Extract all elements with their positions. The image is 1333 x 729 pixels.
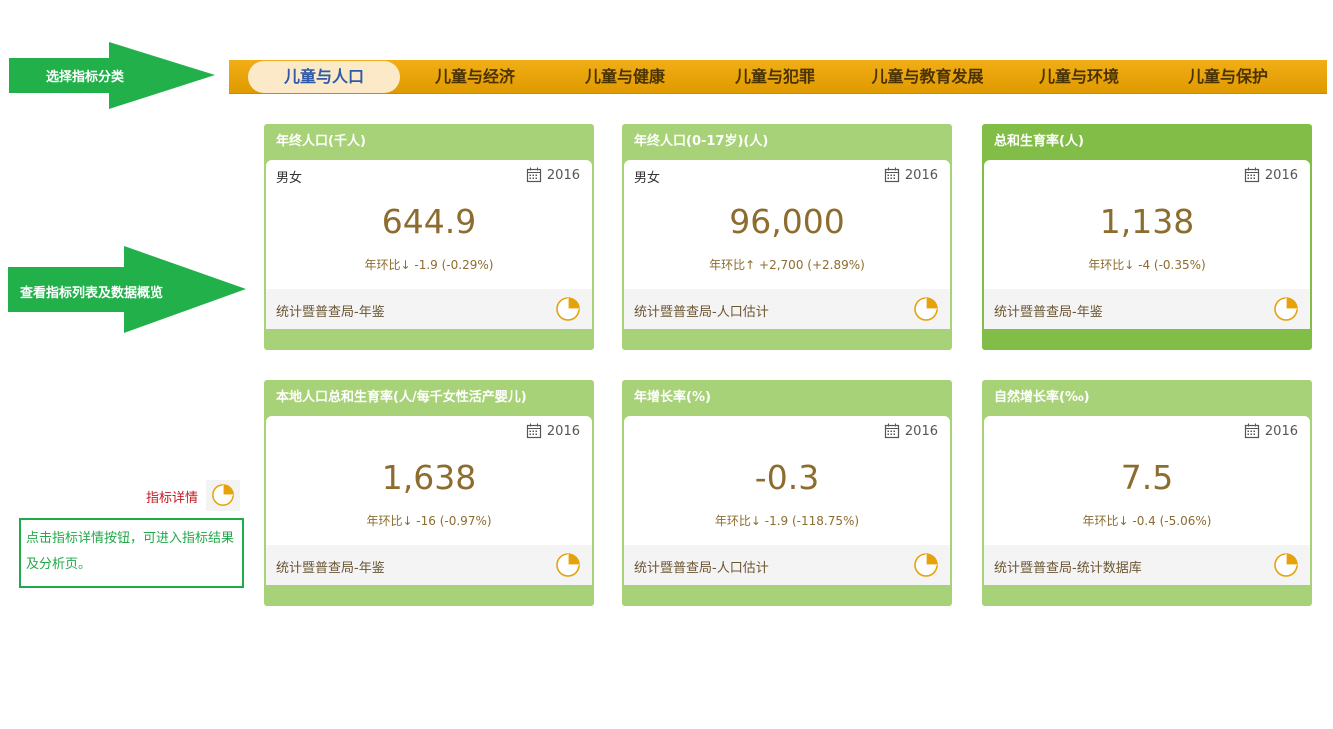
card-subtitle: 男女 xyxy=(276,171,303,186)
card-value: 1,138 xyxy=(1099,202,1195,241)
card-footer: 统计暨普查局-年鉴 xyxy=(984,289,1310,329)
card-value: 1,638 xyxy=(381,458,477,497)
card-footer: 统计暨普查局-人口估计 xyxy=(624,289,950,329)
pie-chart-icon[interactable] xyxy=(555,296,581,322)
card-year: 2016 xyxy=(1244,167,1298,183)
category-nav-bar: 儿童与人口 儿童与经济 儿童与健康 儿童与犯罪 儿童与教育发展 儿童与环境 儿童… xyxy=(229,60,1327,94)
card-body: 2016 1,638 年环比↓ -16 (-0.97%) xyxy=(266,416,592,545)
tab-children-crime[interactable]: 儿童与犯罪 xyxy=(700,61,850,93)
indicator-card[interactable]: 年增长率(%) 2016 -0.3 年环比↓ -1.9 (-118.75%) 统… xyxy=(622,380,952,606)
select-category-arrow: 选择指标分类 xyxy=(9,42,215,109)
card-source: 统计暨普查局-人口估计 xyxy=(634,561,769,576)
card-value: 7.5 xyxy=(1120,458,1174,497)
card-title: 本地人口总和生育率(人/每千女性活产婴儿) xyxy=(276,390,527,405)
card-body: 男女 2016 644.9 年环比↓ -1.9 (-0.29%) xyxy=(266,160,592,289)
view-indicators-label: 查看指标列表及数据概览 xyxy=(20,286,164,301)
card-footer: 统计暨普查局-年鉴 xyxy=(266,545,592,585)
tab-children-economy[interactable]: 儿童与经济 xyxy=(400,61,550,93)
card-title: 总和生育率(人) xyxy=(994,134,1084,149)
card-yoy-change: 年环比↓ -1.9 (-0.29%) xyxy=(364,258,494,272)
card-source: 统计暨普查局-年鉴 xyxy=(994,305,1103,320)
card-yoy-change: 年环比↑ +2,700 (+2.89%) xyxy=(709,258,865,272)
card-yoy-change: 年环比↓ -1.9 (-118.75%) xyxy=(714,514,860,528)
card-footer: 统计暨普查局-人口估计 xyxy=(624,545,950,585)
tab-children-health[interactable]: 儿童与健康 xyxy=(550,61,700,93)
card-yoy-change: 年环比↓ -0.4 (-5.06%) xyxy=(1082,514,1212,528)
card-body: 2016 -0.3 年环比↓ -1.9 (-118.75%) xyxy=(624,416,950,545)
card-year: 2016 xyxy=(884,167,938,183)
card-year: 2016 xyxy=(526,423,580,439)
pie-chart-icon[interactable] xyxy=(913,552,939,578)
calendar-icon xyxy=(884,167,900,183)
card-footer: 统计暨普查局-年鉴 xyxy=(266,289,592,329)
calendar-icon xyxy=(526,423,542,439)
indicator-card[interactable]: 年终人口(千人) 男女 2016 644.9 年环比↓ -1.9 (-0.29%… xyxy=(264,124,594,350)
card-title: 自然增长率(‰) xyxy=(994,390,1090,405)
select-category-label: 选择指标分类 xyxy=(46,70,125,85)
card-source: 统计暨普查局-统计数据库 xyxy=(994,561,1142,576)
pie-chart-icon xyxy=(212,484,234,506)
card-value: -0.3 xyxy=(754,458,820,497)
card-source: 统计暨普查局-年鉴 xyxy=(276,561,385,576)
card-year: 2016 xyxy=(526,167,580,183)
card-source: 统计暨普查局-年鉴 xyxy=(276,305,385,320)
card-yoy-change: 年环比↓ -4 (-0.35%) xyxy=(1088,258,1206,272)
card-title: 年终人口(0-17岁)(人) xyxy=(634,134,769,149)
card-year: 2016 xyxy=(1244,423,1298,439)
card-value: 96,000 xyxy=(729,202,845,241)
card-body: 2016 1,138 年环比↓ -4 (-0.35%) xyxy=(984,160,1310,289)
card-body: 2016 7.5 年环比↓ -0.4 (-5.06%) xyxy=(984,416,1310,545)
tab-children-environment[interactable]: 儿童与环境 xyxy=(1005,61,1153,93)
card-value: 644.9 xyxy=(381,202,477,241)
pie-chart-icon[interactable] xyxy=(913,296,939,322)
card-body: 男女 2016 96,000 年环比↑ +2,700 (+2.89%) xyxy=(624,160,950,289)
calendar-icon xyxy=(526,167,542,183)
card-yoy-change: 年环比↓ -16 (-0.97%) xyxy=(366,514,492,528)
calendar-icon xyxy=(884,423,900,439)
legend-note-text: 点击指标详情按钮，可进入指标结果及分析页。 xyxy=(26,531,235,572)
indicator-card[interactable]: 自然增长率(‰) 2016 7.5 年环比↓ -0.4 (-5.06%) 统计暨… xyxy=(982,380,1312,606)
card-title: 年终人口(千人) xyxy=(276,134,366,149)
view-indicators-arrow: 查看指标列表及数据概览 xyxy=(8,246,246,333)
card-title: 年增长率(%) xyxy=(634,390,711,405)
card-subtitle: 男女 xyxy=(634,171,661,186)
indicator-card[interactable]: 年终人口(0-17岁)(人) 男女 2016 96,000 年环比↑ +2,70… xyxy=(622,124,952,350)
calendar-icon xyxy=(1244,167,1260,183)
card-year: 2016 xyxy=(884,423,938,439)
tab-children-population[interactable]: 儿童与人口 xyxy=(248,61,400,93)
pie-chart-icon[interactable] xyxy=(1273,552,1299,578)
indicator-card[interactable]: 总和生育率(人) 2016 1,138 年环比↓ -4 (-0.35%) 统计暨… xyxy=(982,124,1312,350)
tab-children-protection[interactable]: 儿童与保护 xyxy=(1153,61,1303,93)
legend-detail-label: 指标详情 xyxy=(146,491,199,506)
card-footer: 统计暨普查局-统计数据库 xyxy=(984,545,1310,585)
card-source: 统计暨普查局-人口估计 xyxy=(634,305,769,320)
tab-children-education[interactable]: 儿童与教育发展 xyxy=(850,61,1005,93)
legend-icon-box xyxy=(206,480,240,511)
pie-chart-icon[interactable] xyxy=(1273,296,1299,322)
legend-note-box: 点击指标详情按钮，可进入指标结果及分析页。 xyxy=(19,518,244,588)
calendar-icon xyxy=(1244,423,1260,439)
pie-chart-icon[interactable] xyxy=(555,552,581,578)
indicator-card[interactable]: 本地人口总和生育率(人/每千女性活产婴儿) 2016 1,638 年环比↓ -1… xyxy=(264,380,594,606)
